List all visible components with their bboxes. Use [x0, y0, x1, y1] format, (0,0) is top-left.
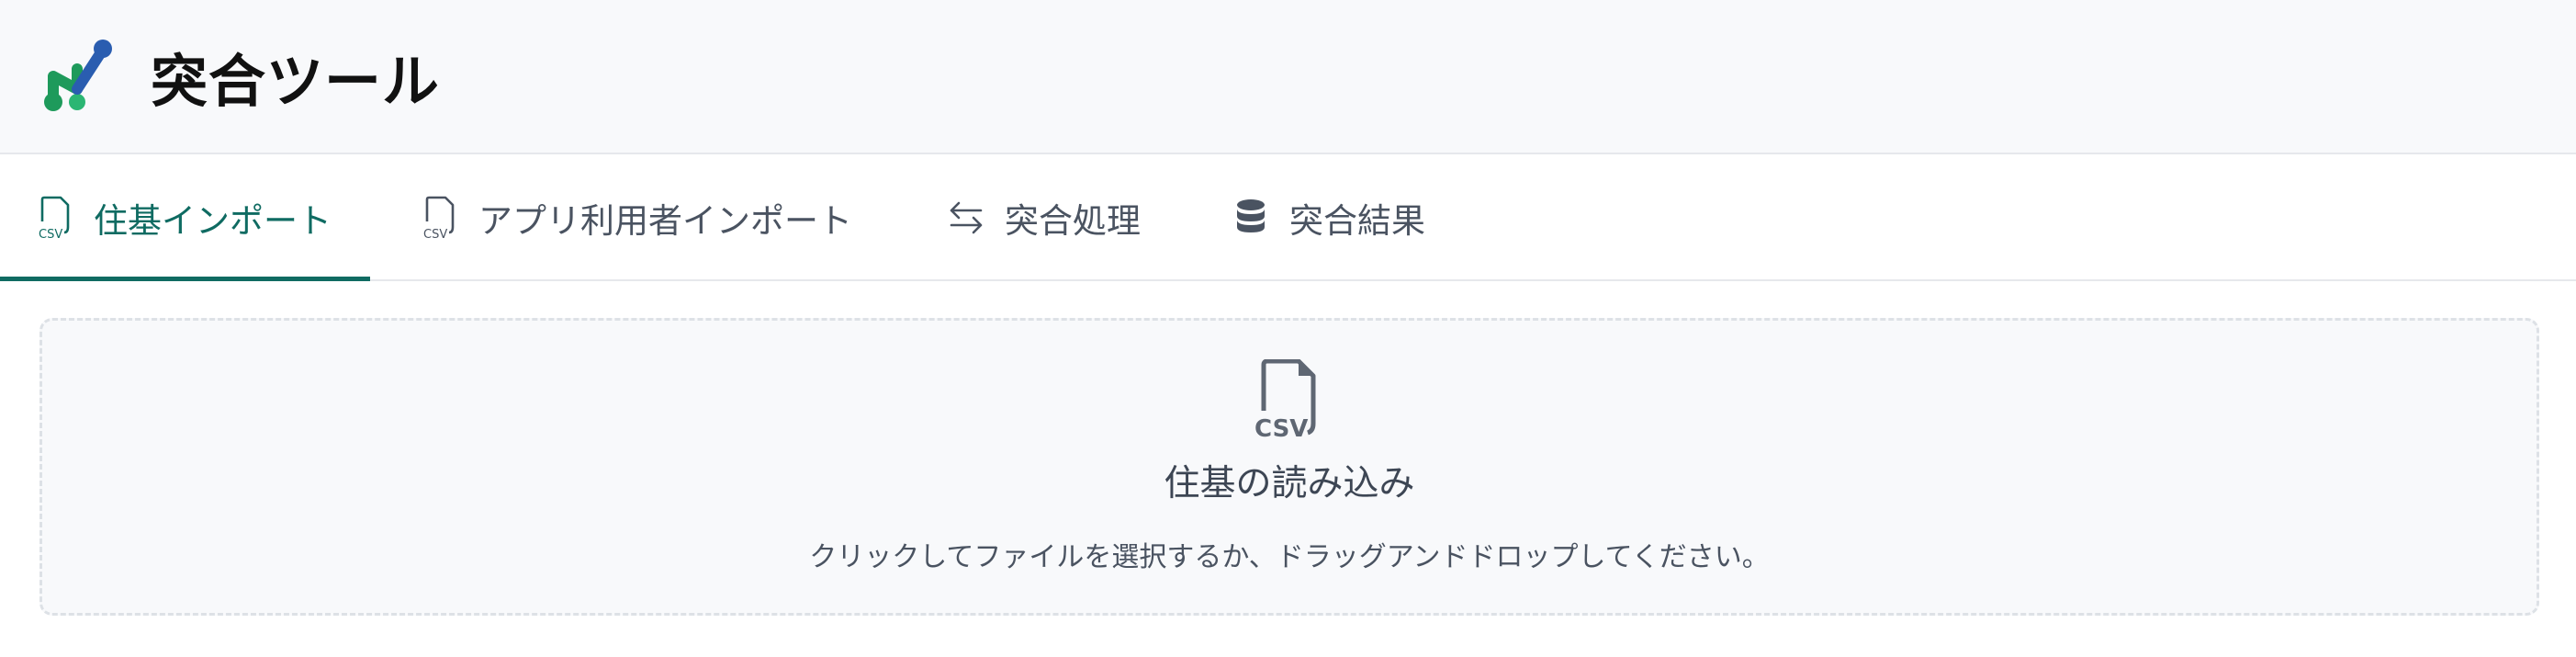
tab-juki-import[interactable]: CSV 住基インポート [0, 156, 370, 281]
database-icon [1237, 199, 1265, 232]
app-logo-icon [44, 40, 112, 111]
app-header: 突合ツール [0, 0, 2576, 154]
csv-icon-text: CSV [1254, 415, 1308, 438]
tab-label: アプリ利用者インポート [478, 201, 852, 241]
csv-dropzone[interactable]: CSV 住基の読み込み クリックしてファイルを選択するか、ドラッグアンドドロップ… [39, 318, 2539, 616]
swap-arrows-icon [950, 201, 983, 234]
tab-label: 突合結果 [1289, 201, 1425, 241]
tab-label: 突合処理 [1005, 201, 1141, 241]
tab-bar: CSV 住基インポート CSV アプリ利用者インポート 突合処理 突合結果 [0, 156, 2576, 281]
tab-label: 住基インポート [94, 201, 332, 241]
tab-app-user-import[interactable]: CSV アプリ利用者インポート [383, 156, 891, 279]
dropzone-title: 住基の読み込み [1164, 463, 1415, 504]
tab-matching-process[interactable]: 突合処理 [909, 156, 1179, 279]
csv-file-icon: CSV [1254, 359, 1316, 438]
svg-text:CSV: CSV [39, 228, 62, 240]
csv-file-icon: CSV [39, 196, 70, 240]
dropzone-hint: クリックしてファイルを選択するか、ドラッグアンドドロップしてください。 [809, 541, 1770, 573]
tab-matching-results[interactable]: 突合結果 [1194, 156, 1464, 279]
app-title: 突合ツール [151, 48, 441, 115]
csv-file-icon: CSV [423, 196, 455, 240]
svg-text:CSV: CSV [423, 228, 447, 240]
